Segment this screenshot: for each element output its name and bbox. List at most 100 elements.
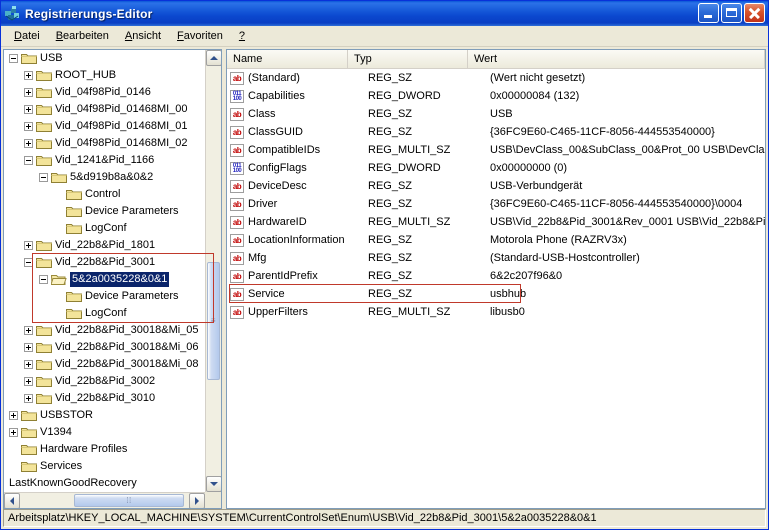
expand-plus-icon[interactable]: [24, 105, 33, 114]
expand-plus-icon[interactable]: [24, 394, 33, 403]
tree-vertical-scrollbar[interactable]: ≡: [205, 50, 221, 492]
collapse-minus-icon[interactable]: [24, 258, 33, 267]
tree-node[interactable]: Vid_22b8&Pid_1801: [4, 237, 205, 254]
tree-node[interactable]: USBSTOR: [4, 407, 205, 424]
tree-node[interactable]: USB: [4, 50, 205, 67]
close-button[interactable]: [744, 3, 765, 23]
registry-values-list[interactable]: ab(Standard)REG_SZ(Wert nicht gesetzt)01…: [227, 69, 765, 321]
tree-expander-placeholder: [54, 224, 63, 233]
expand-plus-icon[interactable]: [24, 343, 33, 352]
string-value-icon: ab: [230, 144, 244, 157]
tree-node[interactable]: Vid_22b8&Pid_3010: [4, 390, 205, 407]
tree-node[interactable]: Vid_22b8&Pid_30018&Mi_06: [4, 339, 205, 356]
collapse-minus-icon[interactable]: [39, 173, 48, 182]
tree-node[interactable]: 5&d919b8a&0&2: [4, 169, 205, 186]
minimize-button[interactable]: [698, 3, 719, 23]
expand-plus-icon[interactable]: [24, 326, 33, 335]
menu-ansicht[interactable]: Ansicht: [117, 28, 169, 44]
value-data-cell: USB\DevClass_00&SubClass_00&Prot_00 USB\…: [488, 144, 765, 156]
table-row[interactable]: abUpperFiltersREG_MULTI_SZlibusb0: [227, 303, 765, 321]
tree-node[interactable]: ROOT_HUB: [4, 67, 205, 84]
value-name-cell: Capabilities: [248, 90, 366, 102]
tree-node[interactable]: Vid_22b8&Pid_30018&Mi_08: [4, 356, 205, 373]
tree-horizontal-scrollbar[interactable]: ⁞⁞: [4, 492, 205, 508]
menu-datei[interactable]: Datei: [6, 28, 48, 44]
table-row[interactable]: abMfgREG_SZ(Standard-USB-Hostcontroller): [227, 249, 765, 267]
tree-node-label: Hardware Profiles: [40, 443, 127, 456]
tree-scroll-up-button[interactable]: [206, 50, 222, 66]
table-row[interactable]: abCompatibleIDsREG_MULTI_SZUSB\DevClass_…: [227, 141, 765, 159]
table-row[interactable]: 011100CapabilitiesREG_DWORD0x00000084 (1…: [227, 87, 765, 105]
value-type-cell: REG_SZ: [366, 252, 488, 264]
tree-node[interactable]: Control: [4, 186, 205, 203]
tree-node[interactable]: Device Parameters: [4, 203, 205, 220]
tree-node[interactable]: Vid_04f98Pid_0146: [4, 84, 205, 101]
expand-plus-icon[interactable]: [24, 122, 33, 131]
tree-node[interactable]: Vid_22b8&Pid_30018&Mi_05: [4, 322, 205, 339]
column-header-type[interactable]: Typ: [348, 50, 468, 68]
menu-bearbeiten[interactable]: Bearbeiten: [48, 28, 117, 44]
table-row[interactable]: abServiceREG_SZusbhub: [227, 285, 765, 303]
table-row[interactable]: 011100ConfigFlagsREG_DWORD0x00000000 (0): [227, 159, 765, 177]
tree-node[interactable]: Device Parameters: [4, 288, 205, 305]
table-row[interactable]: abClassREG_SZUSB: [227, 105, 765, 123]
tree-node[interactable]: V1394: [4, 424, 205, 441]
tree-hscroll-thumb[interactable]: ⁞⁞: [74, 494, 184, 507]
tree-node[interactable]: Hardware Profiles: [4, 441, 205, 458]
collapse-minus-icon[interactable]: [39, 275, 48, 284]
expand-plus-icon[interactable]: [9, 411, 18, 420]
value-name-cell: Class: [248, 108, 366, 120]
registry-tree[interactable]: USBROOT_HUBVid_04f98Pid_0146Vid_04f98Pid…: [4, 50, 205, 492]
tree-node[interactable]: Vid_04f98Pid_01468MI_02: [4, 135, 205, 152]
tree-node[interactable]: 5&2a0035228&0&1: [4, 271, 205, 288]
table-row[interactable]: ab(Standard)REG_SZ(Wert nicht gesetzt): [227, 69, 765, 87]
tree-scroll-thumb[interactable]: ≡: [207, 262, 220, 380]
value-data-cell: libusb0: [488, 306, 765, 318]
maximize-button[interactable]: [721, 3, 742, 23]
expand-plus-icon[interactable]: [24, 377, 33, 386]
tree-node[interactable]: LogConf: [4, 220, 205, 237]
column-header-value[interactable]: Wert: [468, 50, 765, 68]
tree-expander-placeholder: [54, 292, 63, 301]
table-row[interactable]: abDeviceDescREG_SZUSB-Verbundgerät: [227, 177, 765, 195]
value-name-cell: UpperFilters: [248, 306, 366, 318]
menu-help[interactable]: ?: [231, 28, 253, 44]
folder-icon: [36, 375, 52, 388]
tree-scroll-left-button[interactable]: [4, 493, 20, 509]
folder-open-icon: [51, 273, 67, 286]
menu-favoriten[interactable]: Favoriten: [169, 28, 231, 44]
tree-scroll-down-button[interactable]: [206, 476, 222, 492]
expand-plus-icon[interactable]: [24, 139, 33, 148]
expand-plus-icon[interactable]: [24, 88, 33, 97]
folder-icon: [36, 239, 52, 252]
tree-node[interactable]: Vid_22b8&Pid_3001: [4, 254, 205, 271]
tree-node-label: LogConf: [85, 307, 127, 320]
tree-node[interactable]: Vid_04f98Pid_01468MI_01: [4, 118, 205, 135]
value-type-cell: REG_MULTI_SZ: [366, 144, 488, 156]
tree-node[interactable]: Vid_1241&Pid_1166: [4, 152, 205, 169]
expand-plus-icon[interactable]: [24, 71, 33, 80]
column-header-name[interactable]: Name: [227, 50, 348, 68]
tree-node[interactable]: Services: [4, 458, 205, 475]
collapse-minus-icon[interactable]: [24, 156, 33, 165]
tree-node[interactable]: LogConf: [4, 305, 205, 322]
value-type-cell: REG_DWORD: [366, 162, 488, 174]
table-row[interactable]: abClassGUIDREG_SZ{36FC9E60-C465-11CF-805…: [227, 123, 765, 141]
table-row[interactable]: abHardwareIDREG_MULTI_SZUSB\Vid_22b8&Pid…: [227, 213, 765, 231]
expand-plus-icon[interactable]: [9, 428, 18, 437]
tree-node[interactable]: Vid_04f98Pid_01468MI_00: [4, 101, 205, 118]
folder-icon: [36, 358, 52, 371]
expand-plus-icon[interactable]: [24, 360, 33, 369]
value-type-cell: REG_DWORD: [366, 90, 488, 102]
collapse-minus-icon[interactable]: [9, 54, 18, 63]
table-row[interactable]: abParentIdPrefixREG_SZ6&2c207f96&0: [227, 267, 765, 285]
table-row[interactable]: abLocationInformationREG_SZMotorola Phon…: [227, 231, 765, 249]
value-name-cell: (Standard): [248, 72, 366, 84]
table-row[interactable]: abDriverREG_SZ{36FC9E60-C465-11CF-8056-4…: [227, 195, 765, 213]
expand-plus-icon[interactable]: [24, 241, 33, 250]
tree-node-label: LogConf: [85, 222, 127, 235]
tree-scroll-right-button[interactable]: [189, 493, 205, 509]
value-name-cell: Driver: [248, 198, 366, 210]
tree-node[interactable]: LastKnownGoodRecovery: [4, 475, 205, 492]
tree-node[interactable]: Vid_22b8&Pid_3002: [4, 373, 205, 390]
